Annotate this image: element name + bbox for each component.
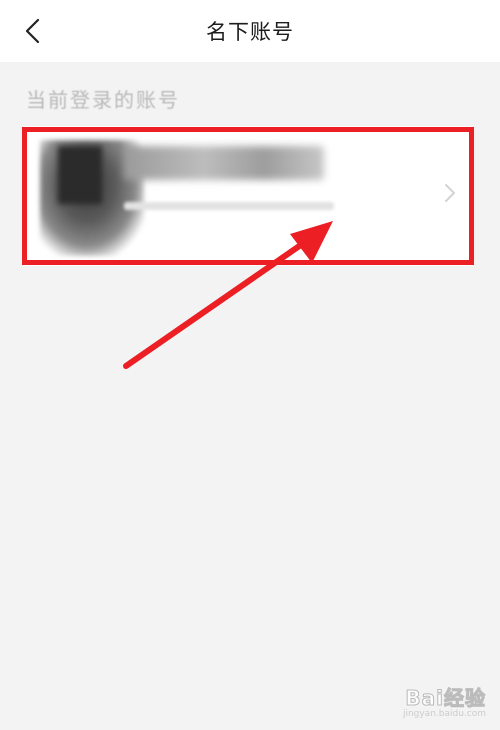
account-card[interactable] [24, 126, 472, 266]
watermark-url: jingyan.baidu.com [402, 709, 486, 719]
header-bar: 名下账号 [0, 0, 500, 62]
screen: 名下账号 当前登录的账号 Bai经验 jingyan.baidu.com [0, 0, 500, 730]
chevron-right-icon [445, 184, 455, 202]
watermark-brand: Bai经验 [405, 686, 486, 711]
avatar-shade [58, 146, 102, 204]
account-subtitle-blur [124, 202, 334, 210]
section-label: 当前登录的账号 [26, 88, 180, 112]
page-title: 名下账号 [206, 20, 294, 44]
watermark: Bai经验 jingyan.baidu.com [366, 682, 486, 720]
account-subtitle [124, 196, 364, 216]
chevron-left-icon [25, 18, 40, 44]
back-button[interactable] [14, 12, 52, 50]
account-name [124, 146, 324, 180]
